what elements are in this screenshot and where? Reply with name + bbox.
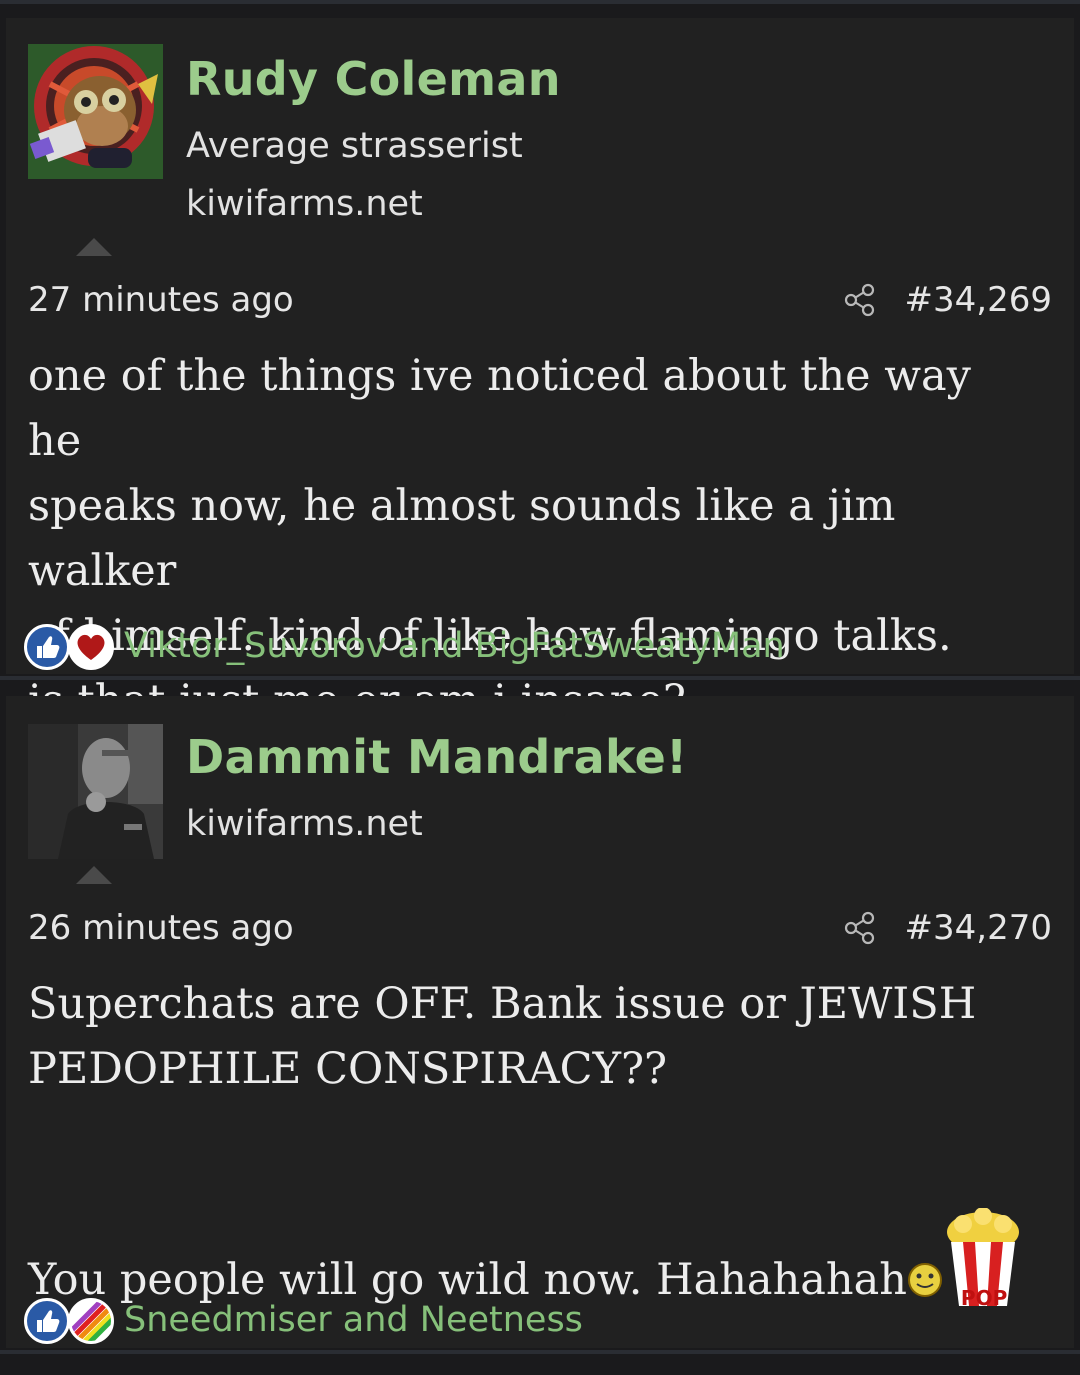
popcorn-smiley-icon bbox=[907, 1252, 943, 1297]
bottom-separator bbox=[0, 1350, 1080, 1354]
popcorn-bucket-icon: POP bbox=[943, 1207, 1023, 1310]
post-timestamp[interactable]: 27 minutes ago bbox=[28, 280, 294, 320]
share-icon[interactable] bbox=[842, 910, 878, 946]
caret-icon bbox=[76, 238, 112, 256]
avatar[interactable] bbox=[28, 724, 163, 859]
post-34270: Dammit Mandrake! kiwifarms.net 26 minute… bbox=[6, 696, 1074, 1348]
caret-icon bbox=[76, 866, 112, 884]
share-icon[interactable] bbox=[842, 282, 878, 318]
username[interactable]: Rudy Coleman bbox=[186, 52, 561, 106]
like-icon bbox=[24, 1298, 70, 1344]
like-icon bbox=[24, 624, 70, 670]
post-number[interactable]: #34,269 bbox=[905, 280, 1052, 320]
site-label: kiwifarms.net bbox=[186, 804, 423, 844]
top-separator bbox=[0, 0, 1080, 4]
avatar[interactable] bbox=[28, 44, 163, 179]
reactions-users[interactable]: Sneedmiser and Neetness bbox=[124, 1300, 583, 1340]
post-timestamp[interactable]: 26 minutes ago bbox=[28, 908, 294, 948]
site-label: kiwifarms.net bbox=[186, 184, 423, 224]
user-title: Average strasserist bbox=[186, 126, 523, 166]
post-body-line: You people will go wild now. Hahahahah PO… bbox=[28, 1207, 1023, 1313]
popcorn-label: POP bbox=[960, 1286, 1008, 1310]
post-body-text: You people will go wild now. Hahahahah bbox=[28, 1255, 907, 1305]
post-number[interactable]: #34,270 bbox=[905, 908, 1052, 948]
post-separator bbox=[0, 676, 1080, 680]
rainbow-icon bbox=[68, 1298, 114, 1344]
heart-icon bbox=[68, 624, 114, 670]
username[interactable]: Dammit Mandrake! bbox=[186, 730, 687, 784]
reactions-users[interactable]: Viktor_Suvorov and BigFatSweatyMan bbox=[124, 626, 785, 666]
post-34269: Rudy Coleman Average strasserist kiwifar… bbox=[6, 18, 1074, 726]
post-body: Superchats are OFF. Bank issue or JEWISH… bbox=[28, 979, 977, 1094]
